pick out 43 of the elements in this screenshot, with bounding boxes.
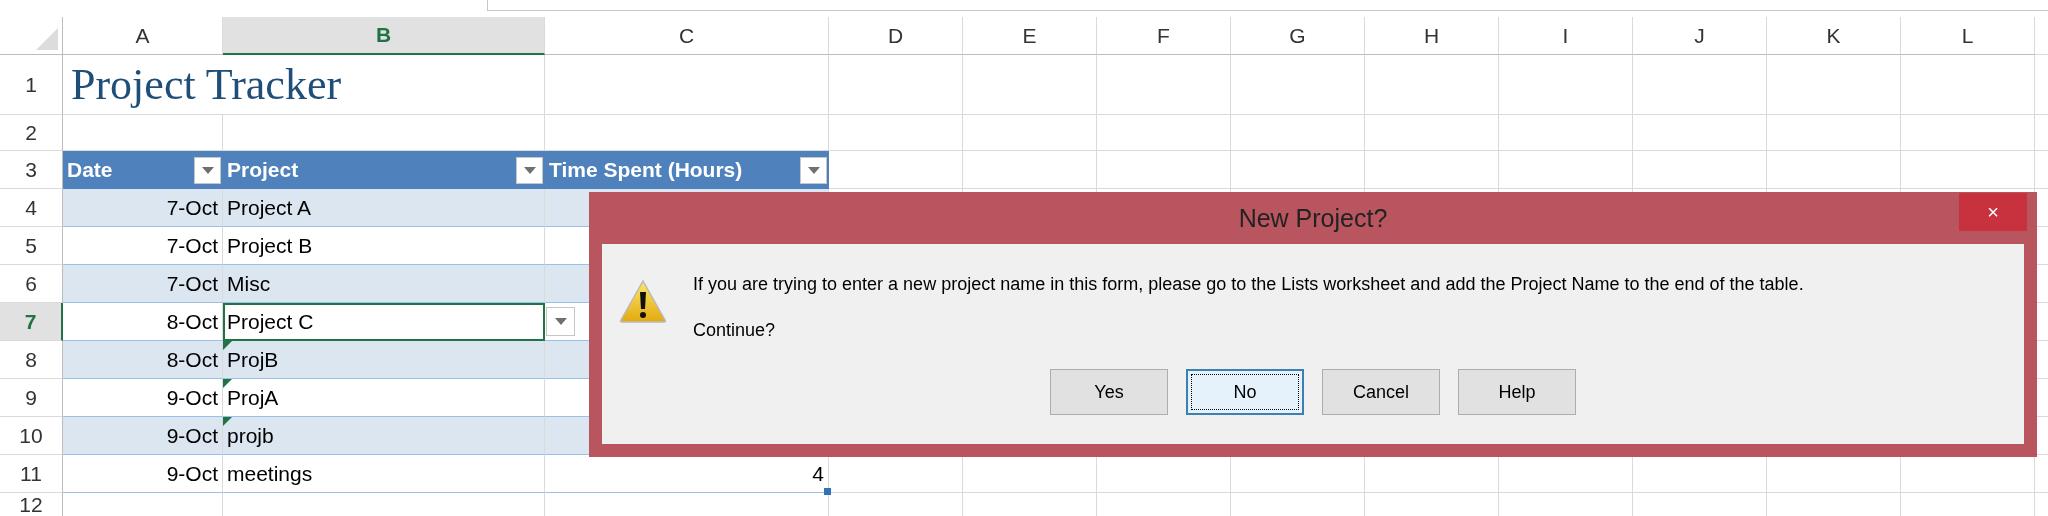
triangle-icon bbox=[36, 28, 58, 50]
dialog-button[interactable]: No bbox=[1186, 369, 1304, 415]
dialog-message: If you are trying to enter a new project name in this form, please go to the Lists worksheet and add the Project Name to the end of the table. bbox=[693, 274, 1804, 295]
table-header: Date bbox=[63, 151, 223, 189]
row-header[interactable]: 7 bbox=[0, 303, 63, 341]
dialog-button[interactable]: Help bbox=[1458, 369, 1576, 415]
table-cell: 9-Oct bbox=[63, 455, 223, 493]
close-button[interactable]: × bbox=[1959, 193, 2027, 231]
table-cell: Misc bbox=[223, 265, 545, 303]
table-cell: 7-Oct bbox=[63, 265, 223, 303]
filter-button[interactable] bbox=[800, 156, 827, 184]
dialog-question: Continue? bbox=[693, 320, 777, 341]
row-header[interactable]: 11 bbox=[0, 455, 63, 493]
table-cell: Project C bbox=[223, 303, 545, 341]
dropdown-button[interactable] bbox=[546, 307, 575, 336]
table-cell: 9-Oct bbox=[63, 417, 223, 455]
warning-icon bbox=[619, 279, 667, 323]
caret-icon bbox=[201, 166, 214, 174]
table-cell: meetings bbox=[223, 455, 545, 493]
table-header: Time Spent (Hours) bbox=[545, 151, 829, 189]
table-cell: ProjB bbox=[223, 341, 545, 379]
error-indicator-icon bbox=[223, 341, 232, 350]
dialog-button[interactable]: Cancel bbox=[1322, 369, 1440, 415]
caret-icon bbox=[523, 166, 536, 174]
dialog-button[interactable]: Yes bbox=[1050, 369, 1168, 415]
column-header[interactable]: B bbox=[223, 17, 545, 55]
row-header[interactable]: 5 bbox=[0, 227, 63, 265]
row-header[interactable]: 9 bbox=[0, 379, 63, 417]
caret-icon bbox=[554, 318, 567, 325]
table-header: Project bbox=[223, 151, 545, 189]
table-cell: 7-Oct bbox=[63, 189, 223, 227]
filter-button[interactable] bbox=[516, 156, 543, 184]
error-indicator-icon bbox=[223, 379, 232, 388]
caret-icon bbox=[807, 166, 820, 174]
table-cell: 8-Oct bbox=[63, 341, 223, 379]
filter-button[interactable] bbox=[194, 156, 221, 184]
dialog-title: New Project? bbox=[1238, 203, 1388, 233]
row-header[interactable]: 12 bbox=[0, 493, 63, 516]
resize-handle[interactable] bbox=[824, 488, 831, 495]
table-cell: Project A bbox=[223, 189, 545, 227]
error-indicator-icon bbox=[223, 417, 232, 426]
row-header[interactable]: 2 bbox=[0, 115, 63, 151]
table-cell: projb bbox=[223, 417, 545, 455]
